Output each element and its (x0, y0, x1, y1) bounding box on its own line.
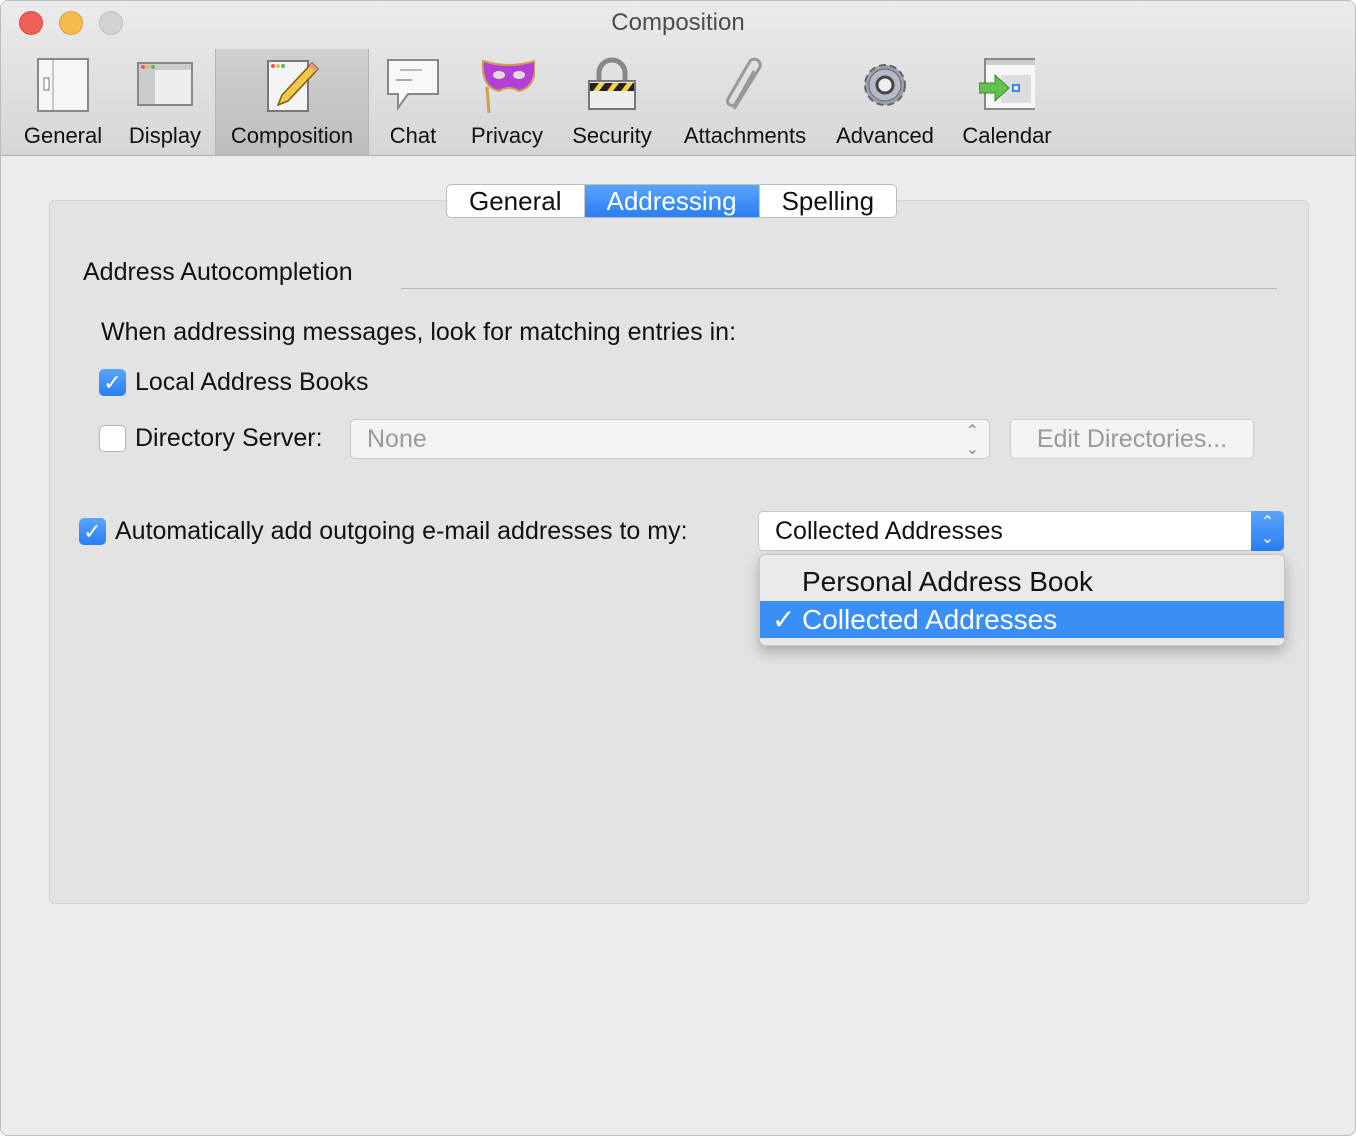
chat-icon (385, 57, 441, 113)
section-title: Address Autocompletion (83, 258, 353, 286)
updown-chevron-icon: ⌃ ⌄ (1251, 511, 1284, 551)
toolbar-advanced[interactable]: Advanced (829, 49, 941, 155)
directory-server-value: None (367, 425, 427, 453)
toolbar-calendar[interactable]: Calendar (953, 49, 1061, 155)
tab-addressing[interactable]: Addressing (584, 185, 760, 217)
pencil-icon (264, 57, 320, 113)
toolbar-label: Attachments (683, 123, 807, 148)
toolbar-label: Chat (389, 123, 437, 148)
toolbar-label: Display (128, 123, 202, 148)
local-address-books-checkbox[interactable]: ✓ (99, 369, 126, 396)
address-book-dropdown-menu: Personal Address Book ✓ Collected Addres… (759, 554, 1285, 646)
mask-icon (479, 57, 535, 113)
preferences-window: Composition General Display Composition … (0, 0, 1356, 1136)
tab-general[interactable]: General (447, 185, 585, 217)
checkmark-icon: ✓ (772, 604, 796, 635)
calendar-icon (979, 57, 1035, 113)
tab-bar: General Addressing Spelling (446, 184, 898, 218)
directory-server-checkbox[interactable] (99, 425, 126, 452)
toolbar-label: Advanced (836, 123, 934, 148)
toolbar: Composition General Display Composition … (1, 1, 1355, 156)
directory-server-select[interactable]: None ⌃ ⌄ (350, 419, 990, 459)
section-description: When addressing messages, look for match… (101, 318, 737, 346)
gear-icon (857, 57, 913, 113)
toolbar-label: Security (572, 123, 652, 148)
toolbar-general[interactable]: General (15, 49, 111, 155)
auto-add-checkbox[interactable]: ✓ (79, 518, 106, 545)
menu-item-personal-address-book[interactable]: Personal Address Book (760, 563, 1284, 600)
section-divider (401, 288, 1277, 289)
toolbar-display[interactable]: Display (119, 49, 211, 155)
local-address-books-label: Local Address Books (135, 368, 369, 396)
toolbar-privacy[interactable]: Privacy (461, 49, 553, 155)
toolbar-composition[interactable]: Composition (215, 49, 369, 155)
toolbar-label: General (23, 123, 103, 148)
updown-chevron-icon: ⌃ ⌄ (965, 423, 979, 458)
window-title: Composition (611, 9, 745, 36)
directory-server-label: Directory Server: (135, 424, 323, 452)
toolbar-label: Calendar (962, 123, 1052, 148)
edit-directories-button[interactable]: Edit Directories... (1010, 419, 1254, 459)
settings-panel (49, 200, 1309, 904)
menu-item-label: Personal Address Book (802, 566, 1094, 597)
toolbar-security[interactable]: Security (563, 49, 661, 155)
tab-spelling[interactable]: Spelling (760, 185, 897, 217)
lock-icon (584, 57, 640, 113)
general-icon (35, 57, 91, 113)
auto-add-label: Automatically add outgoing e-mail addres… (115, 517, 688, 545)
address-book-value: Collected Addresses (775, 517, 1003, 545)
address-book-select[interactable]: Collected Addresses ⌃ ⌄ (758, 511, 1284, 551)
toolbar-label: Composition (230, 123, 354, 148)
toolbar-attachments[interactable]: Attachments (673, 49, 817, 155)
menu-item-collected-addresses[interactable]: ✓ Collected Addresses (760, 601, 1284, 638)
paperclip-icon (717, 57, 773, 113)
toolbar-chat[interactable]: Chat (377, 49, 449, 155)
menu-item-label: Collected Addresses (802, 604, 1058, 635)
toolbar-label: Privacy (470, 123, 544, 148)
display-icon (137, 57, 193, 113)
